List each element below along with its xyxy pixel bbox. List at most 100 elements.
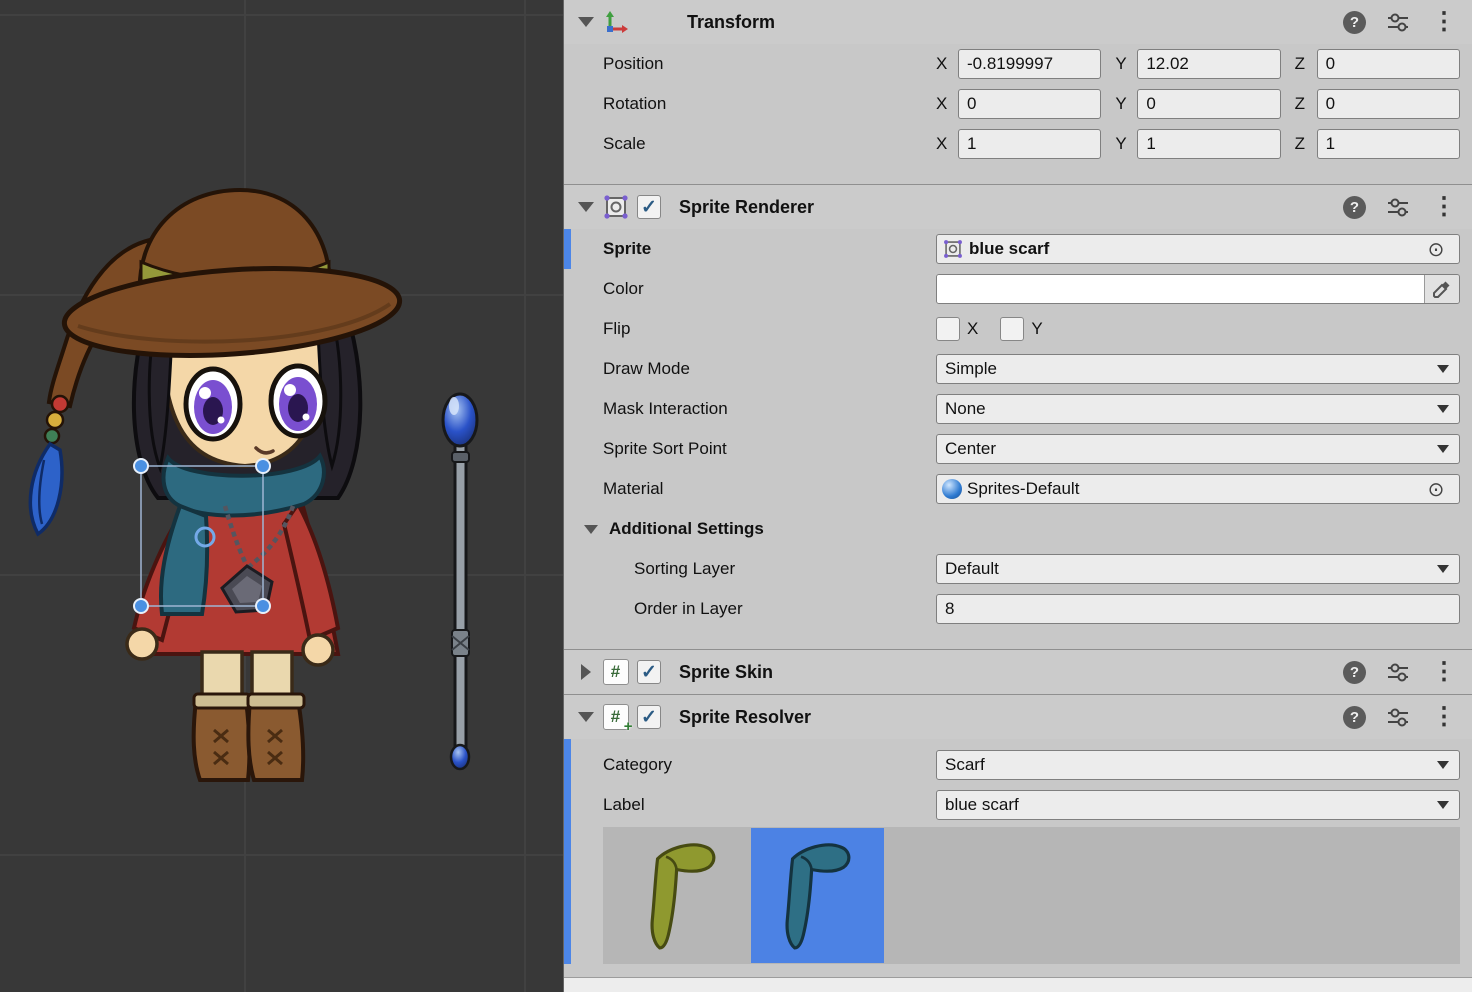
checkmark-icon: ✓ (641, 708, 657, 727)
rotation-x-field[interactable] (958, 89, 1101, 119)
mask-interaction-dropdown[interactable]: None (936, 394, 1460, 424)
presets-icon[interactable] (1386, 660, 1410, 684)
category-row: Category Scarf (564, 745, 1472, 785)
inspector-footer (564, 977, 1472, 992)
additional-settings-row: Additional Settings (564, 509, 1472, 549)
rotation-row: Rotation X Y Z (564, 84, 1472, 124)
sprite-sort-point-dropdown[interactable]: Center (936, 434, 1460, 464)
sprite-sort-point-value: Center (945, 439, 996, 459)
scene-canvas (0, 0, 563, 992)
sprite-object-field[interactable]: blue scarf ⊙ (936, 234, 1460, 264)
foldout-arrow-icon[interactable] (578, 202, 594, 212)
color-swatch[interactable] (937, 275, 1424, 303)
position-y-field[interactable] (1137, 49, 1280, 79)
presets-icon[interactable] (1386, 195, 1410, 219)
sorting-layer-label: Sorting Layer (603, 559, 936, 579)
chevron-down-icon (1437, 405, 1449, 413)
material-label: Material (603, 479, 936, 499)
foldout-arrow-icon[interactable] (578, 712, 594, 722)
label-label: Label (603, 795, 936, 815)
sprite-thumbnail-blue-scarf[interactable] (751, 828, 884, 963)
sprite-thumbnail-green-scarf[interactable] (616, 828, 749, 963)
category-value: Scarf (945, 755, 985, 775)
order-in-layer-label: Order in Layer (603, 599, 936, 619)
foldout-arrow-icon[interactable] (581, 664, 591, 680)
sorting-layer-row: Sorting Layer Default (564, 549, 1472, 589)
checkmark-icon: ✓ (641, 198, 657, 217)
object-picker-icon[interactable]: ⊙ (1421, 235, 1451, 263)
presets-icon[interactable] (1386, 705, 1410, 729)
chevron-down-icon (1437, 761, 1449, 769)
presets-icon[interactable] (1386, 10, 1410, 34)
color-field[interactable] (936, 274, 1460, 304)
help-icon[interactable]: ? (1343, 11, 1366, 34)
chevron-down-icon (1437, 801, 1449, 809)
scale-x-field[interactable] (958, 129, 1101, 159)
label-dropdown[interactable]: blue scarf (936, 790, 1460, 820)
transform-icon (602, 9, 629, 36)
sprite-sort-point-row: Sprite Sort Point Center (564, 429, 1472, 469)
chevron-down-icon (1437, 565, 1449, 573)
sorting-layer-dropdown[interactable]: Default (936, 554, 1460, 584)
sprite-renderer-title: Sprite Renderer (679, 197, 814, 218)
help-icon[interactable]: ? (1343, 196, 1366, 219)
sprite-label: Sprite (603, 239, 936, 259)
transform-title: Transform (687, 12, 775, 33)
scale-label: Scale (603, 134, 936, 154)
staff-sprite (443, 394, 477, 769)
draw-mode-label: Draw Mode (603, 359, 936, 379)
sprite-resolver-enabled-checkbox[interactable]: ✓ (637, 705, 661, 729)
category-dropdown[interactable]: Scarf (936, 750, 1460, 780)
mask-interaction-value: None (945, 399, 986, 419)
kebab-menu-icon[interactable]: ⋮ (1430, 705, 1458, 729)
chevron-down-icon (1437, 445, 1449, 453)
script-icon: #+ (602, 704, 629, 731)
axis-y-label: Y (1115, 54, 1130, 74)
rotation-z-field[interactable] (1317, 89, 1460, 119)
order-in-layer-field[interactable] (936, 594, 1460, 624)
kebab-menu-icon[interactable]: ⋮ (1430, 195, 1458, 219)
foldout-arrow-icon[interactable] (578, 17, 594, 27)
material-row: Material Sprites-Default ⊙ (564, 469, 1472, 509)
category-label: Category (603, 755, 936, 775)
axis-z-label: Z (1295, 134, 1310, 154)
help-icon[interactable]: ? (1343, 661, 1366, 684)
order-in-layer-row: Order in Layer (564, 589, 1472, 629)
material-object-field[interactable]: Sprites-Default ⊙ (936, 474, 1460, 504)
scale-y-field[interactable] (1137, 129, 1280, 159)
eyedropper-icon[interactable] (1424, 275, 1459, 303)
scene-view[interactable] (0, 0, 563, 992)
flip-x-checkbox[interactable] (936, 317, 960, 341)
sprite-icon (942, 238, 964, 260)
rotation-label: Rotation (603, 94, 936, 114)
foldout-arrow-icon[interactable] (584, 525, 598, 534)
axis-y-label: Y (1115, 134, 1130, 154)
sprite-renderer-body: Sprite blue scarf ⊙ Color (564, 229, 1472, 629)
draw-mode-dropdown[interactable]: Simple (936, 354, 1460, 384)
scale-z-field[interactable] (1317, 129, 1460, 159)
position-x-field[interactable] (958, 49, 1101, 79)
sprite-renderer-enabled-checkbox[interactable]: ✓ (637, 195, 661, 219)
sprite-skin-header: # ✓ Sprite Skin ? ⋮ (564, 649, 1472, 694)
kebab-menu-icon[interactable]: ⋮ (1430, 10, 1458, 34)
help-icon[interactable]: ? (1343, 706, 1366, 729)
sprite-skin-title: Sprite Skin (679, 662, 773, 683)
flip-label: Flip (603, 319, 936, 339)
position-z-field[interactable] (1317, 49, 1460, 79)
plus-badge-icon: + (624, 718, 633, 735)
kebab-menu-icon[interactable]: ⋮ (1430, 660, 1458, 684)
rotation-y-field[interactable] (1137, 89, 1280, 119)
sorting-layer-value: Default (945, 559, 999, 579)
flip-row: Flip X Y (564, 309, 1472, 349)
mask-interaction-label: Mask Interaction (603, 399, 936, 419)
sprite-sort-point-label: Sprite Sort Point (603, 439, 936, 459)
sprite-skin-enabled-checkbox[interactable]: ✓ (637, 660, 661, 684)
transform-body: Position X Y Z Rotation X Y Z Scale X (564, 44, 1472, 164)
prefab-override-bar (564, 229, 571, 269)
color-label: Color (603, 279, 936, 299)
object-picker-icon[interactable]: ⊙ (1421, 475, 1451, 503)
position-row: Position X Y Z (564, 44, 1472, 84)
axis-z-label: Z (1295, 54, 1310, 74)
flip-y-checkbox[interactable] (1000, 317, 1024, 341)
additional-settings-label: Additional Settings (609, 519, 764, 539)
